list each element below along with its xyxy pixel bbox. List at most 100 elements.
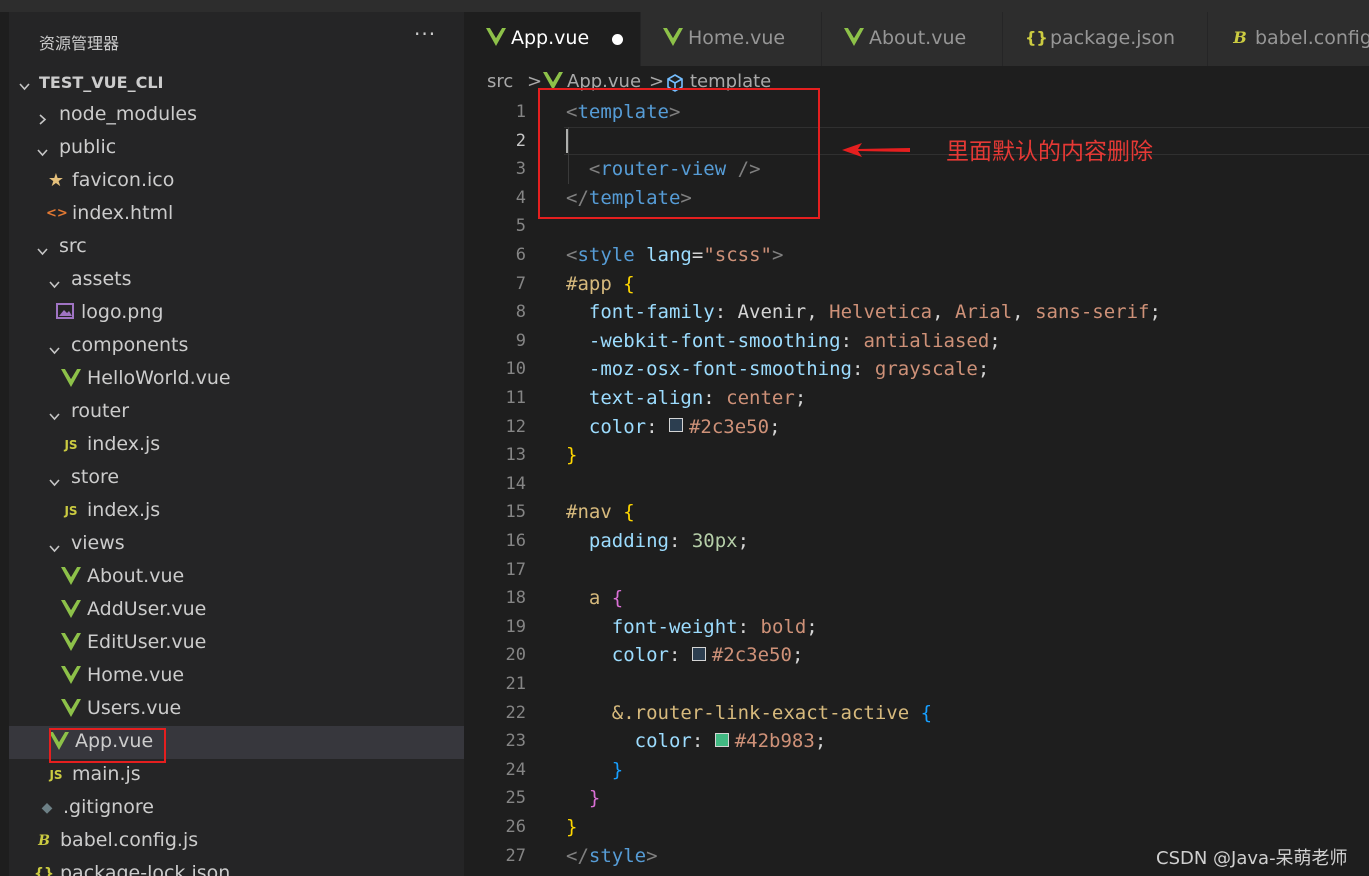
- code-token: style: [577, 244, 635, 266]
- tree-item-label: package-lock.json: [60, 862, 231, 876]
- code-token: font-family: [588, 301, 715, 324]
- more-actions-icon[interactable]: ···: [414, 22, 436, 46]
- tab-label: Home.vue: [688, 27, 786, 49]
- line-number: 15: [505, 502, 526, 523]
- line-number: 9: [515, 330, 526, 351]
- code-line: 18 a {: [464, 584, 1369, 613]
- tree-folder[interactable]: router: [9, 396, 464, 429]
- code-line: 14: [464, 470, 1369, 499]
- tab-app-vue[interactable]: App.vue: [464, 12, 641, 66]
- tree-item-label: src: [59, 235, 87, 257]
- tree-item-label: node_modules: [59, 103, 198, 125]
- code-line: 16 padding: 30px;: [464, 527, 1369, 556]
- tree-file[interactable]: <> index.html: [9, 198, 464, 231]
- tree-item-label: assets: [71, 268, 132, 290]
- code-token: }: [566, 816, 578, 838]
- code-token: font-weight: [611, 615, 738, 638]
- tree-folder[interactable]: store: [9, 462, 464, 495]
- code-token: }: [588, 787, 601, 810]
- color-swatch-icon[interactable]: [668, 418, 683, 433]
- chevron-down-icon[interactable]: [49, 471, 60, 487]
- code-line: 13}: [464, 441, 1369, 470]
- tree-item-label: favicon.ico: [72, 169, 175, 191]
- tree-file[interactable]: About.vue: [9, 561, 464, 594]
- tree-item-label: Home.vue: [87, 664, 185, 686]
- chevron-down-icon[interactable]: [37, 240, 48, 256]
- tree-folder[interactable]: assets: [9, 264, 464, 297]
- code-token: ;: [814, 730, 827, 753]
- code-token: :: [668, 530, 692, 552]
- code-text: a {: [566, 587, 623, 609]
- tree-file[interactable]: Home.vue: [9, 660, 464, 693]
- tree-file[interactable]: EditUser.vue: [9, 627, 464, 660]
- code-text: }: [566, 759, 623, 781]
- code-token: :: [840, 329, 864, 352]
- star-icon: ★: [47, 170, 65, 191]
- tree-file[interactable]: {} package-lock.json: [9, 858, 464, 876]
- vue-icon: [61, 633, 81, 653]
- tree-file[interactable]: Bbabel.config.js: [9, 825, 464, 858]
- tree-folder[interactable]: node_modules: [9, 99, 464, 132]
- tab-package-json[interactable]: {} package.json: [1003, 12, 1208, 66]
- code-token: : Avenir,: [714, 301, 830, 324]
- explorer-header: 资源管理器 ···: [9, 12, 464, 66]
- code-token: -webkit-font-smoothing: [588, 329, 841, 352]
- tree-folder[interactable]: components: [9, 330, 464, 363]
- code-line: 10 -moz-osx-font-smoothing: grayscale;: [464, 355, 1369, 384]
- chevron-down-icon[interactable]: [37, 141, 48, 157]
- code-token: ;: [791, 644, 804, 667]
- tab-label: package.json: [1050, 27, 1176, 49]
- line-number: 5: [515, 216, 526, 237]
- tree-file[interactable]: JS main.js: [9, 759, 464, 792]
- tree-folder[interactable]: src: [9, 231, 464, 264]
- code-token: #nav: [566, 501, 612, 524]
- tab-label: About.vue: [869, 27, 967, 49]
- tab-home-vue[interactable]: Home.vue: [641, 12, 822, 66]
- explorer-root-folder[interactable]: TEST_VUE_CLI: [9, 66, 464, 99]
- tree-file[interactable]: HelloWorld.vue: [9, 363, 464, 396]
- tab-babel-config-js[interactable]: Bbabel.config.js: [1208, 12, 1369, 66]
- code-line: 19 font-weight: bold;: [464, 613, 1369, 642]
- chevron-down-icon[interactable]: [49, 273, 60, 289]
- chevron-right-icon[interactable]: [37, 108, 48, 125]
- code-text: color: #2c3e50;: [566, 416, 781, 438]
- code-text: color: #2c3e50;: [566, 644, 804, 667]
- code-line: 20 color: #2c3e50;: [464, 641, 1369, 670]
- color-swatch-icon[interactable]: [691, 646, 706, 661]
- tree-file[interactable]: JS index.js: [9, 429, 464, 462]
- tree-item-label: router: [71, 400, 130, 422]
- code-text: font-weight: bold;: [566, 616, 818, 638]
- tree-file[interactable]: AddUser.vue: [9, 594, 464, 627]
- code-line: 7 #app {: [464, 270, 1369, 299]
- tree-file[interactable]: logo.png: [9, 297, 464, 330]
- color-swatch-icon[interactable]: [714, 732, 729, 747]
- tree-file[interactable]: ★ favicon.ico: [9, 165, 464, 198]
- chevron-down-icon[interactable]: [19, 75, 30, 91]
- tree-file[interactable]: Users.vue: [9, 693, 464, 726]
- code-token: &.router-link-exact-active: [611, 701, 910, 724]
- chevron-down-icon[interactable]: [49, 537, 60, 553]
- tree-folder[interactable]: views: [9, 528, 464, 561]
- code-text: padding: 30px;: [566, 530, 749, 552]
- line-number: 22: [505, 702, 526, 723]
- vue-icon: [844, 28, 864, 48]
- chevron-down-icon[interactable]: [49, 339, 60, 355]
- tree-file[interactable]: ◆ .gitignore: [9, 792, 464, 825]
- tree-folder[interactable]: public: [9, 132, 464, 165]
- code-line: 24 }: [464, 756, 1369, 785]
- breadcrumb-src[interactable]: src: [487, 71, 513, 92]
- chevron-down-icon[interactable]: [49, 405, 60, 421]
- line-number: 12: [505, 416, 526, 437]
- code-token: :: [668, 644, 692, 667]
- code-line: 15 #nav {: [464, 498, 1369, 527]
- code-token: ;: [977, 358, 990, 381]
- tree-item-label: index.html: [72, 202, 174, 224]
- unsaved-dot-icon[interactable]: [612, 34, 623, 45]
- tab-about-vue[interactable]: About.vue: [822, 12, 1003, 66]
- code-token: ;: [794, 387, 807, 409]
- tree-file[interactable]: JS index.js: [9, 495, 464, 528]
